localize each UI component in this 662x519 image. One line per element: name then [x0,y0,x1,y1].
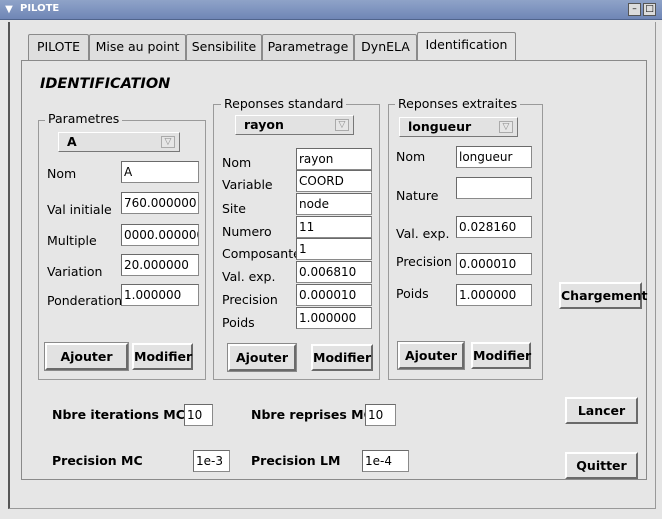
quitter-button[interactable]: Quitter [565,452,638,479]
nbre-reprises-input[interactable]: 10 [365,404,396,426]
tab-mise-au-point[interactable]: Mise au point [89,34,186,60]
std-site-input[interactable]: node [296,193,372,215]
tab-sensibilite[interactable]: Sensibilite [186,34,262,60]
ext-precision-input[interactable]: 0.000010 [456,253,532,275]
field-label: Val initiale [47,202,112,217]
triangle-down-icon: ▽ [499,121,513,133]
tab-parametrage[interactable]: Parametrage [262,34,354,60]
param-multiple-input[interactable]: 0000.000000 [121,224,199,246]
std-precision-input[interactable]: 0.000010 [296,284,372,306]
std-numero-input[interactable]: 11 [296,216,372,238]
field-label: Val. exp. [222,269,276,284]
tab-label: Sensibilite [191,39,257,54]
reponses-standard-select-value: rayon [244,117,284,132]
field-label: Nom [222,155,252,170]
ext-nature-input[interactable] [456,177,532,199]
std-composante-input[interactable]: 1 [296,238,372,260]
tab-label: Mise au point [95,39,180,54]
parametres-title: Parametres [45,112,123,126]
tab-identification[interactable]: Identification [417,32,516,60]
ext-nom-input[interactable]: longueur [456,146,532,168]
tab-pilote[interactable]: PILOTE [28,34,89,60]
lancer-button[interactable]: Lancer [565,397,638,424]
reponses-extraites-select-value: longueur [408,119,472,134]
tab-dynela[interactable]: DynELA [354,34,417,60]
precision-lm-input[interactable]: 1e-4 [362,450,409,472]
param-modifier-button[interactable]: Modifier [132,343,193,370]
reponses-standard-title: Reponses standard [221,97,347,111]
nbre-iterations-input[interactable]: 10 [184,404,213,426]
param-ponderation-input[interactable]: 1.000000 [121,284,199,306]
tab-label: Parametrage [267,39,349,54]
field-label: Nom [47,166,77,181]
field-label: Precision [396,254,452,269]
window-menu-icon[interactable]: ▼ [2,3,16,16]
field-label: Multiple [47,233,97,248]
triangle-down-icon: ▽ [161,136,175,148]
parametres-select[interactable]: A ▽ [58,132,180,152]
field-label: Variable [222,177,273,192]
param-ajouter-button[interactable]: Ajouter [44,342,129,371]
ext-modifier-button[interactable]: Modifier [471,342,531,369]
std-modifier-button[interactable]: Modifier [311,344,373,371]
std-ajouter-button[interactable]: Ajouter [227,343,297,372]
parametres-group [38,120,206,380]
tab-label: PILOTE [36,39,81,54]
tab-label: Identification [425,37,508,52]
ext-val-exp-input[interactable]: 0.028160 [456,216,532,238]
field-label: Ponderation [47,293,123,308]
param-nom-input[interactable]: A [121,161,199,183]
field-label: Nature [396,188,439,203]
precision-lm-label: Precision LM [251,453,341,468]
std-poids-input[interactable]: 1.000000 [296,307,372,329]
reponses-extraites-title: Reponses extraites [395,97,521,111]
param-val-initiale-input[interactable]: 760.000000 [121,192,199,214]
field-label: Val. exp. [396,226,450,241]
nbre-reprises-label: Nbre reprises MC [251,407,373,422]
field-label: Nom [396,149,426,164]
field-label: Numero [222,224,272,239]
parametres-select-value: A [67,134,77,149]
window-title: PILOTE [20,3,60,14]
ext-poids-input[interactable]: 1.000000 [456,284,532,306]
minimize-icon[interactable]: – [628,3,641,16]
tab-label: DynELA [361,39,410,54]
field-label: Composante [222,246,301,261]
param-variation-input[interactable]: 20.000000 [121,254,199,276]
section-heading: IDENTIFICATION [40,76,171,92]
triangle-down-icon: ▽ [335,119,349,131]
reponses-extraites-select[interactable]: longueur ▽ [399,117,518,137]
chargement-button[interactable]: Chargement [559,282,647,309]
nbre-iterations-label: Nbre iterations MC [52,407,185,422]
precision-mc-label: Precision MC [52,453,143,468]
field-label: Poids [222,315,255,330]
std-variable-input[interactable]: COORD [296,170,372,192]
field-label: Precision [222,292,278,307]
std-val-exp-input[interactable]: 0.006810 [296,261,372,283]
field-label: Variation [47,264,103,279]
field-label: Poids [396,286,429,301]
maximize-icon[interactable]: □ [643,3,656,16]
precision-mc-input[interactable]: 1e-3 [193,450,230,472]
std-nom-input[interactable]: rayon [296,148,372,170]
ext-ajouter-button[interactable]: Ajouter [397,341,465,370]
field-label: Site [222,201,246,216]
reponses-standard-select[interactable]: rayon ▽ [235,115,354,135]
title-bar[interactable]: ▼ PILOTE – □ [0,0,662,20]
